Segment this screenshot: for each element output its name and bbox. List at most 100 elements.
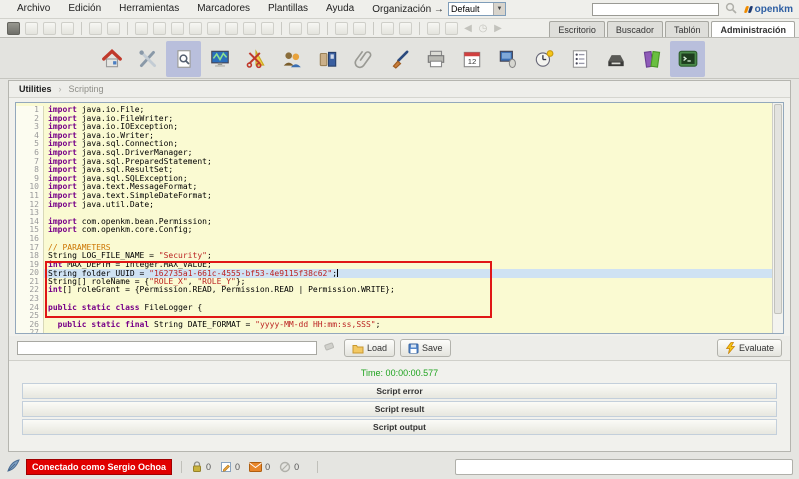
subscriptions-count: 0	[265, 462, 270, 472]
statusbar-separator	[181, 461, 182, 473]
printer-icon[interactable]	[418, 41, 453, 77]
code-line[interactable]: 19 int MAX_DEPTH = Integer.MAX_VALUE;	[16, 261, 772, 270]
calendar-icon[interactable]: 12	[454, 41, 489, 77]
activity-monitor-icon[interactable]	[202, 41, 237, 77]
add-note-icon[interactable]	[335, 22, 348, 35]
history-icon[interactable]: ◷	[478, 22, 488, 35]
add-document-icon[interactable]	[25, 22, 38, 35]
statusbar-input[interactable]	[455, 459, 793, 475]
news-counter[interactable]: 0	[279, 461, 299, 473]
home-icon[interactable]	[94, 41, 129, 77]
code-line[interactable]: 27	[16, 329, 772, 333]
clock-icon[interactable]	[526, 41, 561, 77]
terminal-icon[interactable]	[670, 41, 705, 77]
code-line[interactable]: 26 public static final String DATE_FORMA…	[16, 321, 772, 330]
line-number: 7	[16, 158, 44, 167]
delete-icon[interactable]	[261, 22, 274, 35]
feather-icon	[6, 458, 21, 476]
menu-herramientas[interactable]: Herramientas	[110, 0, 188, 18]
quick-search-input[interactable]	[592, 3, 719, 16]
code-line[interactable]: 22 int[] roleGrant = {Permission.READ, P…	[16, 286, 772, 295]
chevron-down-icon[interactable]: ▼	[493, 3, 505, 15]
checkout-documents-counter[interactable]: 0	[220, 461, 240, 473]
section-script-result[interactable]: Script result	[22, 401, 777, 417]
save-button[interactable]: Save	[400, 339, 451, 357]
find-icon[interactable]	[7, 22, 20, 35]
scanner-icon[interactable]	[598, 41, 633, 77]
tab-tablon[interactable]: Tablón	[665, 21, 710, 37]
brush-icon[interactable]	[382, 41, 417, 77]
tab-buscador[interactable]: Buscador	[607, 21, 663, 37]
desktop-settings-icon[interactable]	[490, 41, 525, 77]
admin-icon-toolbar: 12	[0, 39, 799, 79]
evaluate-button[interactable]: Evaluate	[717, 339, 782, 357]
main-tab-bar: Escritorio Buscador Tablón Administració…	[547, 21, 795, 37]
send-mail-icon[interactable]	[153, 22, 166, 35]
paperclip-icon[interactable]	[346, 41, 381, 77]
print-icon[interactable]	[61, 22, 74, 35]
code-line[interactable]: 12 import java.util.Date;	[16, 201, 772, 210]
code-text: int[] roleGrant = {Permission.READ, Perm…	[44, 286, 772, 295]
editor-scrollbar[interactable]	[772, 103, 783, 333]
menu-plantillas[interactable]: Plantillas	[259, 0, 317, 18]
text-caret	[337, 269, 338, 277]
workflow-icon[interactable]	[310, 41, 345, 77]
refresh-icon[interactable]	[381, 22, 394, 35]
remove-property-group-icon[interactable]	[307, 22, 320, 35]
remove-subscription-icon[interactable]	[445, 22, 458, 35]
clean-icon[interactable]	[323, 340, 336, 356]
cancel-checkout-icon[interactable]	[207, 22, 220, 35]
menu-ayuda[interactable]: Ayuda	[317, 0, 363, 18]
users-icon[interactable]	[274, 41, 309, 77]
code-text: public static class FileLogger {	[44, 304, 772, 313]
admin-content-panel: Utilities › Scripting 1 import java.io.F…	[8, 80, 791, 452]
search-icon[interactable]	[725, 2, 737, 17]
checklist-icon[interactable]	[562, 41, 597, 77]
script-path-input[interactable]	[17, 341, 317, 355]
subscriptions-counter[interactable]: 0	[249, 462, 270, 472]
unlock-icon[interactable]	[107, 22, 120, 35]
line-number: 5	[16, 140, 44, 149]
lock-icon[interactable]	[89, 22, 102, 35]
add-version-icon[interactable]	[225, 22, 238, 35]
script-code-editor[interactable]: 1 import java.io.File; 2 import java.io.…	[15, 102, 784, 334]
menu-edicion[interactable]: Edición	[59, 0, 110, 18]
organization-select[interactable]: Default	[449, 3, 493, 15]
checkout-icon[interactable]	[171, 22, 184, 35]
edit-document-icon[interactable]	[43, 22, 56, 35]
scissors-icon[interactable]	[238, 41, 273, 77]
add-subscription-icon[interactable]	[427, 22, 440, 35]
checkin-icon[interactable]	[189, 22, 202, 35]
menu-archivo[interactable]: Archivo	[8, 0, 59, 18]
subtab-scripting[interactable]: Scripting	[69, 84, 104, 94]
add-category-icon[interactable]	[353, 22, 366, 35]
move-document-icon[interactable]	[243, 22, 256, 35]
code-line[interactable]: 16	[16, 235, 772, 244]
home-icon[interactable]	[399, 22, 412, 35]
code-line[interactable]: 15 import com.openkm.core.Config;	[16, 226, 772, 235]
menu-marcadores[interactable]: Marcadores	[188, 0, 259, 18]
section-script-error[interactable]: Script error	[22, 383, 777, 399]
tools-icon[interactable]	[130, 41, 165, 77]
line-number: 6	[16, 149, 44, 158]
tab-escritorio[interactable]: Escritorio	[549, 21, 605, 37]
subtab-separator: ›	[59, 84, 62, 94]
toolbar-separator	[419, 22, 420, 35]
checkout-count: 0	[235, 462, 240, 472]
tab-administracion[interactable]: Administración	[711, 21, 795, 37]
code-line[interactable]: 24 public static class FileLogger {	[16, 304, 772, 313]
document-search-icon[interactable]	[166, 41, 201, 77]
forward-icon[interactable]: ▶	[493, 22, 503, 35]
editor-scrollbar-thumb[interactable]	[774, 104, 782, 314]
load-button[interactable]: Load	[344, 339, 395, 357]
code-editor-lines: 1 import java.io.File; 2 import java.io.…	[16, 103, 772, 333]
folder-icon	[352, 343, 364, 354]
back-icon[interactable]: ◀	[463, 22, 473, 35]
code-text	[44, 235, 772, 244]
books-icon[interactable]	[634, 41, 669, 77]
add-folder-icon[interactable]	[135, 22, 148, 35]
add-property-group-icon[interactable]	[289, 22, 302, 35]
section-script-output[interactable]: Script output	[22, 419, 777, 435]
locked-documents-counter[interactable]: 0	[191, 461, 211, 473]
subtab-utilities[interactable]: Utilities	[19, 84, 52, 94]
